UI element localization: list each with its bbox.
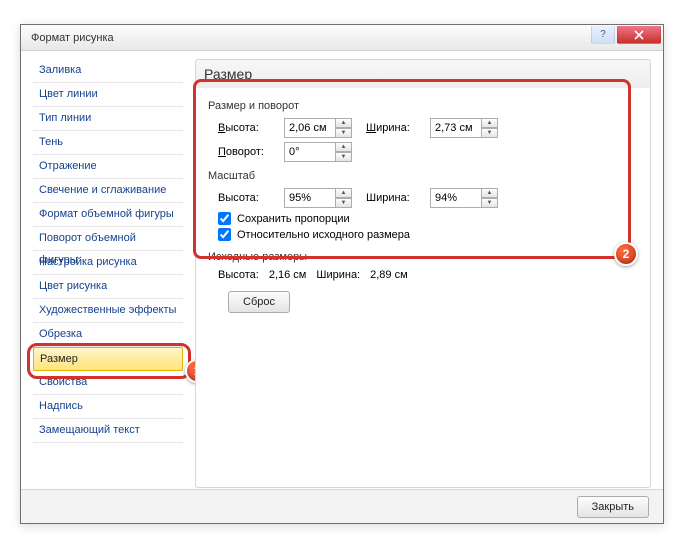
sidebar-item-artistic-effects[interactable]: Художественные эффекты: [33, 299, 183, 323]
orig-width-label: Ширина:: [316, 269, 360, 281]
chevron-down-icon[interactable]: ▼: [482, 128, 498, 138]
group-size-rotate: Размер и поворот: [208, 100, 638, 112]
group-scale: Масштаб: [208, 170, 638, 182]
window-title: Формат рисунка: [31, 32, 114, 44]
lock-aspect-checkbox[interactable]: Сохранить пропорции: [208, 212, 638, 225]
close-button[interactable]: Закрыть: [577, 496, 649, 518]
sidebar-item-crop[interactable]: Обрезка: [33, 323, 183, 347]
scale-height-spinner[interactable]: ▲▼: [284, 188, 352, 208]
chevron-up-icon[interactable]: ▲: [336, 142, 352, 152]
scale-width-spinner[interactable]: ▲▼: [430, 188, 498, 208]
dialog-window: Формат рисунка ? Заливка Цвет линии Тип …: [20, 24, 664, 524]
chevron-up-icon[interactable]: ▲: [336, 188, 352, 198]
close-icon: [634, 30, 644, 40]
chevron-down-icon[interactable]: ▼: [336, 152, 352, 162]
sidebar-item-shadow[interactable]: Тень: [33, 131, 183, 155]
chevron-up-icon[interactable]: ▲: [336, 118, 352, 128]
relative-original-label: Относительно исходного размера: [237, 229, 410, 241]
sidebar-item-size[interactable]: Размер: [33, 347, 183, 371]
lock-aspect-label: Сохранить пропорции: [237, 213, 350, 225]
reset-button[interactable]: Сброс: [228, 291, 290, 313]
sidebar-item-properties[interactable]: Свойства: [33, 371, 183, 395]
width-input[interactable]: [430, 118, 482, 138]
titlebar: Формат рисунка ?: [21, 25, 663, 51]
scale-height-input[interactable]: [284, 188, 336, 208]
sidebar-item-3d-format[interactable]: Формат объемной фигуры: [33, 203, 183, 227]
chevron-down-icon[interactable]: ▼: [482, 198, 498, 208]
sidebar-item-line-color[interactable]: Цвет линии: [33, 83, 183, 107]
dialog-footer: Закрыть: [21, 489, 663, 523]
relative-original-checkbox[interactable]: Относительно исходного размера: [208, 228, 638, 241]
orig-height-value: 2,16 см: [269, 269, 307, 281]
width-label: Ширина:: [366, 122, 424, 134]
sidebar-item-alt-text[interactable]: Замещающий текст: [33, 419, 183, 443]
chevron-up-icon[interactable]: ▲: [482, 118, 498, 128]
sidebar-item-picture-corrections[interactable]: Настройка рисунка: [33, 251, 183, 275]
sidebar-item-reflection[interactable]: Отражение: [33, 155, 183, 179]
orig-width-value: 2,89 см: [370, 269, 408, 281]
category-sidebar: Заливка Цвет линии Тип линии Тень Отраже…: [21, 51, 189, 489]
sidebar-item-3d-rotation[interactable]: Поворот объемной фигуры: [33, 227, 183, 251]
height-input[interactable]: [284, 118, 336, 138]
chevron-up-icon[interactable]: ▲: [482, 188, 498, 198]
sidebar-item-textbox[interactable]: Надпись: [33, 395, 183, 419]
relative-original-input[interactable]: [218, 228, 231, 241]
width-spinner[interactable]: ▲▼: [430, 118, 498, 138]
panel-body: Размер и поворот Высота: ▲▼ Ширина: ▲▼ П…: [195, 88, 651, 488]
scale-width-input[interactable]: [430, 188, 482, 208]
rotation-spinner[interactable]: ▲▼: [284, 142, 352, 162]
rotation-label: Поворот:: [218, 146, 278, 158]
height-label: Высота:: [218, 122, 278, 134]
close-window-button[interactable]: [617, 26, 661, 44]
help-button[interactable]: ?: [591, 26, 615, 44]
sidebar-item-glow[interactable]: Свечение и сглаживание: [33, 179, 183, 203]
window-buttons: ?: [591, 26, 661, 44]
orig-height-label: Высота:: [218, 269, 259, 281]
chevron-down-icon[interactable]: ▼: [336, 198, 352, 208]
sidebar-item-fill[interactable]: Заливка: [33, 59, 183, 83]
sidebar-item-line-style[interactable]: Тип линии: [33, 107, 183, 131]
scale-width-label: Ширина:: [366, 192, 424, 204]
rotation-input[interactable]: [284, 142, 336, 162]
scale-height-label: Высота:: [218, 192, 278, 204]
content-panel: Размер Размер и поворот Высота: ▲▼ Ширин…: [189, 51, 663, 489]
dialog-body: Заливка Цвет линии Тип линии Тень Отраже…: [21, 51, 663, 489]
group-original: Исходные размеры: [208, 251, 638, 263]
lock-aspect-input[interactable]: [218, 212, 231, 225]
height-spinner[interactable]: ▲▼: [284, 118, 352, 138]
sidebar-item-picture-color[interactable]: Цвет рисунка: [33, 275, 183, 299]
chevron-down-icon[interactable]: ▼: [336, 128, 352, 138]
panel-title: Размер: [195, 59, 651, 88]
